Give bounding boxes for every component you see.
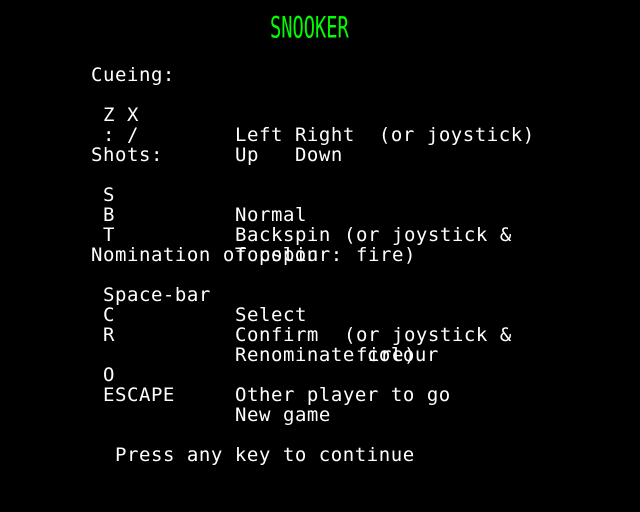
control-action: New game [235, 404, 331, 426]
control-action: Left Right (or joystick) [235, 124, 535, 146]
control-action: Backspin [235, 224, 331, 246]
control-key: : / [91, 124, 139, 146]
control-action: Up Down [235, 144, 343, 166]
control-row: C Confirm fire) [91, 285, 551, 365]
control-row: R Renominate colour [91, 305, 551, 365]
control-key: ESCAPE [91, 384, 175, 406]
control-action: Other player to go [235, 384, 451, 406]
control-row: : / Up Down [91, 105, 551, 165]
control-row: S Normal (or joystick & [91, 165, 551, 245]
section-heading-shots: Shots: [91, 144, 163, 166]
control-row: O Other player to go [91, 345, 551, 405]
control-row: T Topspin [91, 205, 551, 265]
control-note: (or joystick & [344, 224, 512, 246]
control-note: (or joystick) [354, 124, 535, 146]
control-note: fire) [344, 244, 416, 266]
control-key: T [91, 224, 115, 246]
section-heading-cueing: Cueing: [91, 64, 175, 86]
continue-prompt[interactable]: Press any key to continue [115, 445, 415, 465]
control-note: (or joystick & [344, 324, 512, 346]
control-row: B Backspin fire) [91, 185, 551, 265]
section-heading-nomination: Nomination of colour: [91, 244, 343, 266]
game-title: SNOOKER [270, 12, 349, 46]
control-row: Space-bar Select (or joystick & [91, 265, 551, 345]
control-row: Z X Left Right (or joystick) [91, 85, 551, 145]
control-key: R [91, 324, 115, 346]
control-row: ESCAPE New game [91, 365, 551, 425]
control-action: Confirm [235, 324, 319, 346]
